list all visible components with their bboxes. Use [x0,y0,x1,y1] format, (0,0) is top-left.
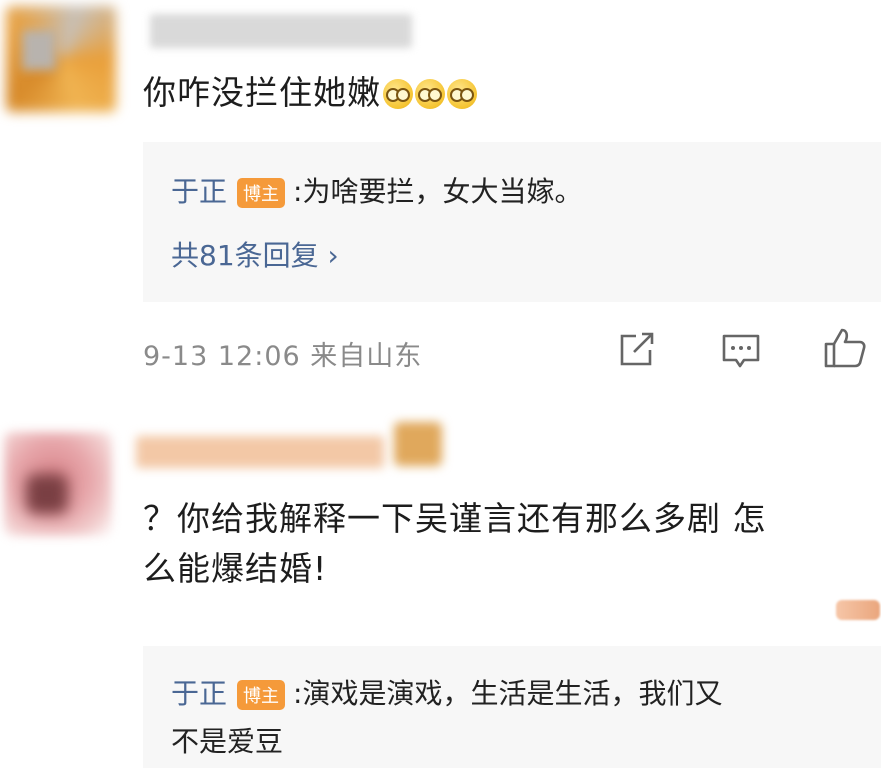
shocked-emoji-icon [383,79,413,109]
host-badge: 博主 [237,178,286,208]
more-replies-link[interactable]: 共81条回复 › [171,234,339,274]
reply-box[interactable]: 于正 博主:演戏是演戏，生活是生活，我们又 不是爱豆 [143,646,881,768]
avatar-detail [26,474,68,514]
comment-meta: 9-13 12:06 来自山东 [143,341,423,372]
user-badge-blurred [394,422,442,466]
comment-line-2: 么能爆结婚! [143,548,328,588]
comment-text-content: 你咋没拦住她嫩 [143,73,381,112]
sticker-decoration [836,600,880,620]
username-blurred[interactable] [136,436,384,468]
reply-box[interactable]: 于正 博主:为啥要拦，女大当嫁。 共81条回复 › [143,142,881,302]
reply-author[interactable]: 于正 [171,175,227,208]
share-icon[interactable] [616,330,658,370]
reply-author[interactable]: 于正 [171,677,227,710]
comment-text: 你咋没拦住她嫩 [143,68,477,118]
username-blurred[interactable] [150,14,412,48]
comment-line-1: ？你给我解释一下吴谨言还有那么多剧 怎 [143,499,767,538]
shocked-emoji-icon [447,79,477,109]
reply-row: 于正 博主:演戏是演戏，生活是生活，我们又 [171,672,722,712]
reply-text-line-2: 不是爱豆 [171,725,284,758]
comment-icon[interactable] [720,332,762,370]
reply-row: 于正 博主:为啥要拦，女大当嫁。 [171,170,582,210]
avatar-detail [22,30,56,70]
shocked-emoji-icon [415,79,445,109]
host-badge: 博主 [237,680,286,710]
like-icon[interactable] [822,326,868,370]
reply-text: :演戏是演戏，生活是生活，我们又 [293,677,723,710]
reply-text: :为啥要拦，女大当嫁。 [293,175,583,208]
comment-text: ？你给我解释一下吴谨言还有那么多剧 怎 么能爆结婚! [143,494,767,593]
